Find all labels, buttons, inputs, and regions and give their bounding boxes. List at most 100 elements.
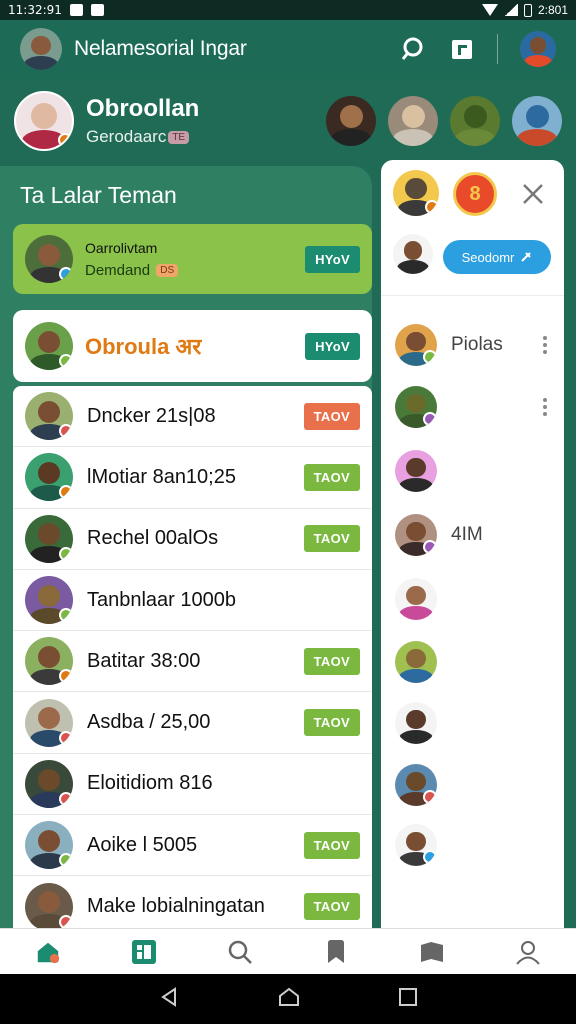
list-item[interactable]: Aoike l 5005 TAOV — [13, 815, 372, 877]
featured-action-button-2[interactable]: HYoV — [305, 332, 360, 360]
signal-icon — [503, 4, 518, 16]
user-avatar[interactable] — [20, 28, 62, 70]
section-title: Ta Lalar Teman — [20, 182, 177, 208]
list-item[interactable]: Dncker 21s|08 TAOV — [13, 386, 372, 448]
search-nav-icon[interactable] — [227, 939, 253, 965]
contact-avatar — [25, 514, 73, 563]
search-icon[interactable] — [401, 36, 427, 62]
drawer-row-avatar — [395, 578, 437, 620]
recents-icon[interactable] — [398, 987, 417, 1011]
drawer-row-avatar — [395, 386, 437, 428]
drawer-row[interactable] — [395, 449, 555, 493]
contact-label: Asdba / 25,00 — [87, 711, 211, 734]
story-avatar-3[interactable] — [450, 96, 500, 146]
close-icon[interactable] — [521, 182, 545, 211]
contact-action-button[interactable]: TAOV — [303, 709, 360, 737]
status-bar: 11:32:91 2:801 — [0, 0, 576, 20]
status-clock: 2:801 — [537, 3, 568, 17]
list-item[interactable]: Rechel 00alOs TAOV — [13, 509, 372, 570]
contact-avatar — [25, 882, 73, 928]
contact-action-button[interactable]: TAOV — [303, 525, 360, 553]
drawer-row[interactable] — [395, 577, 555, 621]
drawer-row-avatar — [395, 514, 437, 556]
featured-tag: DS — [156, 264, 179, 278]
status-time: 11:32:91 — [8, 3, 62, 17]
contact-avatar — [25, 821, 73, 870]
more-options-icon[interactable] — [543, 336, 547, 354]
contact-avatar — [25, 453, 73, 502]
featured-line-1: Oarrolivtam — [85, 239, 158, 256]
list-item[interactable]: Batitar 38:00 TAOV — [13, 631, 372, 693]
profile-header: Obroollan Gerodaarc TE — [0, 80, 576, 162]
contact-label: Batitar 38:00 — [87, 649, 201, 672]
list-item[interactable]: Tanbnlaar 1000b — [13, 570, 372, 632]
game-badge-icon[interactable]: 8 — [453, 172, 497, 216]
featured-avatar-2 — [25, 322, 73, 370]
contact-label: Eloitidiom 816 — [87, 772, 213, 795]
story-avatar-1[interactable] — [326, 96, 376, 146]
contact-label: Dncker 21s|08 — [87, 404, 216, 427]
drawer-row[interactable]: 4IM — [395, 513, 555, 557]
contact-label: Make lobialningatan — [87, 895, 265, 918]
contact-list: Dncker 21s|08 TAOV lMotiar 8an10;25 TAOV… — [13, 386, 372, 928]
drawer-row[interactable] — [395, 763, 555, 807]
list-item[interactable]: lMotiar 8an10;25 TAOV — [13, 447, 372, 509]
contact-avatar — [25, 392, 73, 441]
drawer-row[interactable] — [395, 385, 555, 429]
list-item[interactable]: Make lobialningatan TAOV — [13, 876, 372, 928]
featured-card-2[interactable]: Obroula अर HYoV — [13, 310, 372, 382]
story-avatar-2[interactable] — [388, 96, 438, 146]
person-icon[interactable] — [515, 939, 541, 965]
featured-card-1[interactable]: Oarrolivtam Demdand DS HYoV — [13, 224, 372, 294]
drawer-row[interactable]: Piolas — [395, 323, 555, 367]
featured-action-button-1[interactable]: HYoV — [305, 245, 360, 273]
wifi-icon — [481, 4, 498, 16]
pin-icon — [521, 252, 532, 262]
contact-label: Tanbnlaar 1000b — [87, 588, 237, 611]
contact-label: Rechel 00alOs — [87, 527, 219, 550]
profile-photo[interactable] — [14, 91, 74, 151]
contact-avatar — [25, 576, 73, 625]
app-title: Nelamesorial Ingar — [74, 37, 247, 60]
contact-avatar — [25, 698, 73, 747]
drawer-row-avatar — [395, 702, 437, 744]
drawer-avatar-1[interactable] — [393, 170, 439, 216]
featured-title: Obroula अर — [85, 334, 202, 359]
system-navigation — [0, 974, 576, 1024]
contact-action-button[interactable]: TAOV — [303, 402, 360, 430]
home-button-icon[interactable] — [278, 987, 300, 1012]
toolbar-divider — [497, 34, 498, 64]
contact-action-button[interactable]: TAOV — [303, 893, 360, 921]
contact-action-button[interactable]: TAOV — [303, 831, 360, 859]
drawer-row[interactable] — [395, 823, 555, 867]
calendar-icon[interactable] — [449, 36, 475, 62]
drawer-row-avatar — [395, 764, 437, 806]
contact-action-button[interactable]: TAOV — [303, 647, 360, 675]
contact-avatar — [25, 637, 73, 686]
drawer-row[interactable] — [395, 640, 555, 684]
list-item[interactable]: Asdba / 25,00 TAOV — [13, 692, 372, 754]
drawer-row[interactable] — [395, 701, 555, 745]
home-icon[interactable] — [35, 939, 61, 965]
contact-avatar — [25, 759, 73, 808]
drawer-row-avatar — [395, 324, 437, 366]
drawer-row-avatar — [395, 641, 437, 683]
contact-action-button[interactable]: TAOV — [303, 463, 360, 491]
featured-line-2: Demdand DS — [85, 262, 305, 279]
list-item[interactable]: Eloitidiom 816 — [13, 754, 372, 816]
profile-tag: TE — [168, 131, 190, 145]
drawer-avatar-2[interactable] — [393, 234, 433, 274]
book-icon[interactable] — [419, 939, 445, 965]
back-icon[interactable] — [159, 986, 179, 1012]
dashboard-icon[interactable] — [131, 939, 157, 965]
drawer-row-avatar — [395, 824, 437, 866]
bookmark-icon[interactable] — [323, 939, 349, 965]
drawer-action-button[interactable]: Seodomr — [443, 240, 551, 274]
drawer-row-label: Piolas — [451, 334, 503, 355]
more-options-icon[interactable] — [543, 398, 547, 416]
drawer-button-label: Seodomr — [461, 249, 515, 265]
message-icon — [90, 4, 104, 16]
story-avatar-4[interactable] — [512, 96, 562, 146]
contact-label: lMotiar 8an10;25 — [87, 465, 236, 488]
profile-avatar[interactable] — [520, 31, 556, 67]
